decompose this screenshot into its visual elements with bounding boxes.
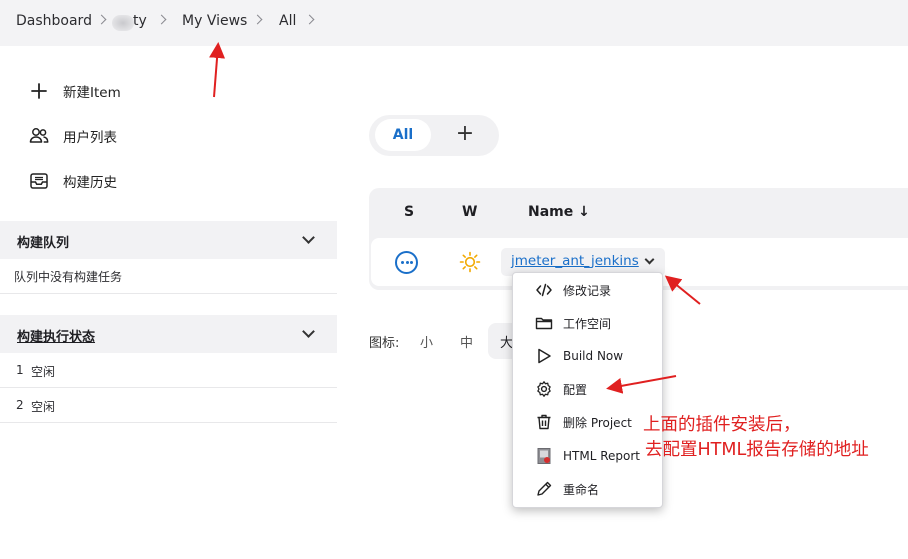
job-context-menu: 修改记录 工作空间 Build Now 配置 删除 Project HTML R… <box>512 272 663 508</box>
column-header-name[interactable]: Name ↓ <box>528 204 590 220</box>
tab-all[interactable]: All <box>375 119 431 151</box>
build-queue-empty: 队列中没有构建任务 <box>0 259 337 294</box>
executors-header[interactable]: 构建执行状态 <box>0 315 337 353</box>
executor-row: 1 空闲 <box>0 353 337 388</box>
menu-item-label: Build Now <box>563 349 624 363</box>
trash-icon <box>537 414 551 430</box>
menu-item-label: 重命名 <box>563 482 600 497</box>
chevron-down-icon[interactable] <box>302 231 315 244</box>
build-queue-title: 构建队列 <box>17 236 70 251</box>
menu-item-changes[interactable]: 修改记录 <box>513 276 662 304</box>
blurred-text <box>112 15 134 31</box>
inbox-icon <box>30 173 48 189</box>
icon-size-medium[interactable]: 中 <box>460 332 473 351</box>
menu-item-label: 删除 Project <box>563 415 632 430</box>
chevron-right-icon <box>96 14 107 25</box>
code-icon <box>536 283 552 297</box>
report-icon <box>537 448 551 464</box>
breadcrumb-my-views[interactable]: My Views <box>182 13 247 29</box>
chevron-down-icon[interactable] <box>302 325 315 338</box>
executor-number: 2 <box>16 398 24 412</box>
chevron-right-icon <box>156 14 167 25</box>
menu-item-label: 修改记录 <box>563 283 612 298</box>
executor-row: 2 空闲 <box>0 388 337 423</box>
menu-item-label: 配置 <box>563 382 588 397</box>
job-name-link[interactable]: jmeter_ant_jenkins <box>511 253 639 269</box>
annotation-text-line1: 上面的插件安装后， <box>643 415 801 435</box>
menu-item-build-now[interactable]: Build Now <box>513 342 662 370</box>
menu-item-rename[interactable]: 重命名 <box>513 475 662 503</box>
plus-icon <box>31 83 47 99</box>
chevron-down-icon[interactable] <box>644 254 655 265</box>
build-queue-header[interactable]: 构建队列 <box>0 221 337 259</box>
breadcrumb-dashboard[interactable]: Dashboard <box>16 13 92 29</box>
people-icon <box>29 128 49 143</box>
executors-title[interactable]: 构建执行状态 <box>17 326 95 345</box>
chevron-right-icon <box>304 14 315 25</box>
icon-size-small[interactable]: 小 <box>420 332 433 351</box>
executor-status: 空闲 <box>31 365 56 379</box>
menu-item-workspace[interactable]: 工作空间 <box>513 309 662 337</box>
chevron-right-icon <box>252 14 263 25</box>
sun-icon <box>459 251 481 273</box>
annotation-text-line2: 去配置HTML报告存储的地址 <box>645 440 869 460</box>
icon-size-label: 图标: <box>369 336 400 351</box>
task-new-item-label: 新建Item <box>63 85 121 101</box>
menu-item-configure[interactable]: 配置 <box>513 375 662 403</box>
folder-icon <box>535 317 553 330</box>
task-users[interactable]: 用户列表 <box>28 124 117 148</box>
breadcrumb-all[interactable]: All <box>279 13 296 29</box>
menu-item-delete-project[interactable]: 删除 Project <box>513 408 662 436</box>
task-users-label: 用户列表 <box>63 130 117 146</box>
menu-item-html-report[interactable]: HTML Report <box>513 442 662 470</box>
gear-icon <box>537 381 551 397</box>
breadcrumb: Dashboard ty My Views All <box>0 0 908 46</box>
pencil-icon <box>537 481 552 496</box>
task-build-history[interactable]: 构建历史 <box>28 169 117 193</box>
executor-number: 1 <box>16 363 24 377</box>
annotation-arrow <box>209 42 226 98</box>
build-queue-empty-text: 队列中没有构建任务 <box>14 270 123 284</box>
ellipsis-circle-icon[interactable] <box>395 251 418 274</box>
add-view-button[interactable]: + <box>452 119 478 151</box>
task-build-history-label: 构建历史 <box>63 175 117 191</box>
column-header-weather[interactable]: W <box>462 204 477 220</box>
play-icon <box>538 348 551 364</box>
executor-status: 空闲 <box>31 400 56 414</box>
column-header-status[interactable]: S <box>404 204 414 220</box>
menu-item-label: HTML Report <box>563 449 640 463</box>
task-new-item[interactable]: 新建Item <box>28 79 121 103</box>
breadcrumb-folder[interactable]: ty <box>133 13 147 29</box>
menu-item-label: 工作空间 <box>563 316 612 331</box>
